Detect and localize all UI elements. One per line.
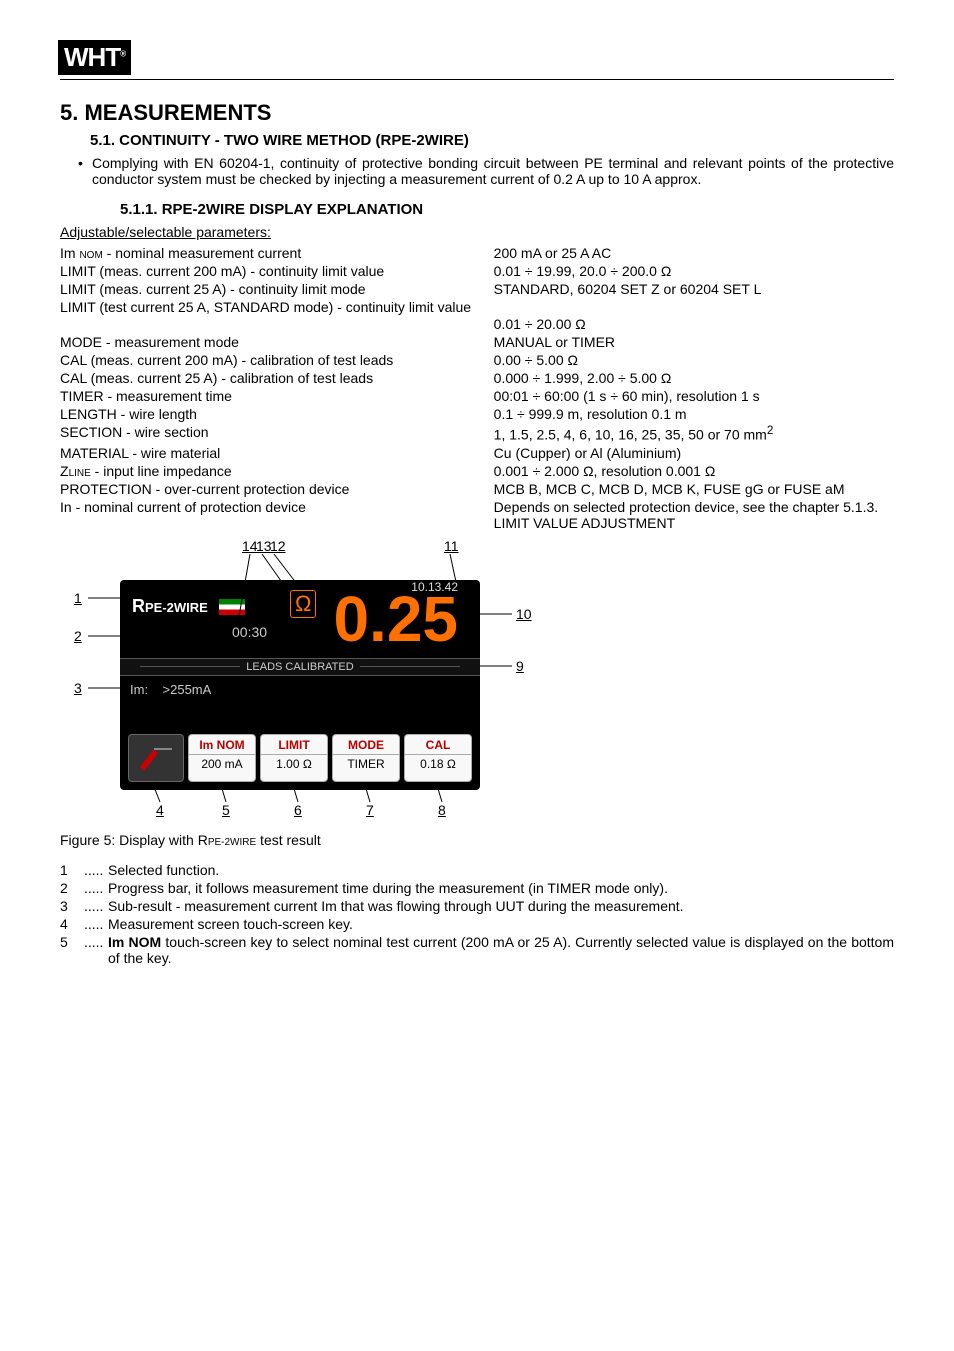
softkey-bar: Im NOM200 mA LIMIT1.00 Ω MODETIMER CAL0.…: [128, 734, 472, 782]
callout-5: 5: [222, 802, 230, 818]
list-item: 3.....Sub-result - measurement current I…: [60, 898, 894, 914]
mode-key[interactable]: MODETIMER: [332, 734, 400, 782]
callout-10: 10: [516, 606, 532, 622]
notes-list: 1.....Selected function. 2.....Progress …: [60, 862, 894, 966]
heading-continuity: 5.1. CONTINUITY - TWO WIRE METHOD (RPE-2…: [90, 132, 894, 149]
flag-icon: [219, 599, 245, 615]
callout-8: 8: [438, 802, 446, 818]
display-figure: RPE-2WIRE Ω 00:30 10.13.42 0.25 LEADS CA…: [60, 542, 560, 822]
table-row: ZLINE - input line impedance0.001 ÷ 2.00…: [60, 462, 894, 480]
callout-14: 14: [242, 538, 258, 554]
table-row: LIMIT (test current 25 A, STANDARD mode)…: [60, 298, 894, 333]
callout-1: 1: [74, 590, 82, 606]
heading-measurements: 5. MEASUREMENTS: [60, 100, 894, 126]
display-value: 0.25: [333, 582, 458, 656]
list-item: 1.....Selected function.: [60, 862, 894, 878]
params-table: Im NOM - nominal measurement current200 …: [60, 244, 894, 532]
callout-4: 4: [156, 802, 164, 818]
im-nom-key[interactable]: Im NOM200 mA: [188, 734, 256, 782]
table-row: MATERIAL - wire materialCu (Cupper) or A…: [60, 444, 894, 462]
table-row: LENGTH - wire length0.1 ÷ 999.9 m, resol…: [60, 405, 894, 423]
callout-13: 13: [256, 538, 272, 554]
callout-2: 2: [74, 628, 82, 644]
limit-key[interactable]: LIMIT1.00 Ω: [260, 734, 328, 782]
table-row: LIMIT (meas. current 200 mA) - continuit…: [60, 262, 894, 280]
cal-key[interactable]: CAL0.18 Ω: [404, 734, 472, 782]
list-item: 4.....Measurement screen touch-screen ke…: [60, 916, 894, 932]
meas-screen-key[interactable]: [128, 734, 184, 782]
bullet-icon: •: [78, 155, 92, 187]
callout-11: 11: [444, 538, 459, 554]
leads-calibrated-label: LEADS CALIBRATED: [120, 658, 480, 676]
callout-12: 12: [270, 538, 286, 554]
ohm-icon: Ω: [290, 590, 316, 618]
heading-display-explanation: 5.1.1. RPE-2WIRE DISPLAY EXPLANATION: [120, 201, 894, 218]
table-row: MODE - measurement modeMANUAL or TIMER: [60, 333, 894, 351]
table-row: SECTION - wire section1, 1.5, 2.5, 4, 6,…: [60, 423, 894, 444]
logo: WHT®: [60, 40, 131, 75]
table-row: PROTECTION - over-current protection dev…: [60, 480, 894, 498]
table-row: TIMER - measurement time00:01 ÷ 60:00 (1…: [60, 387, 894, 405]
table-row: CAL (meas. current 200 mA) - calibration…: [60, 351, 894, 369]
table-row: CAL (meas. current 25 A) - calibration o…: [60, 369, 894, 387]
figure-caption: Figure 5: Display with RPE-2WIRE test re…: [60, 832, 894, 848]
sub-result-row: Im: >255mA: [130, 678, 470, 701]
list-item: 5.....Im NOM touch-screen key to select …: [60, 934, 894, 966]
display-timer: 00:30: [232, 624, 267, 640]
callout-7: 7: [366, 802, 374, 818]
probe-icon: [136, 743, 176, 773]
logo-bar: WHT®: [60, 40, 894, 80]
params-heading: Adjustable/selectable parameters:: [60, 224, 894, 240]
table-row: LIMIT (meas. current 25 A) - continuity …: [60, 280, 894, 298]
device-display: RPE-2WIRE Ω 00:30 10.13.42 0.25 LEADS CA…: [120, 580, 480, 790]
callout-6: 6: [294, 802, 302, 818]
intro-paragraph: • Complying with EN 60204-1, continuity …: [78, 155, 894, 187]
table-row: Im NOM - nominal measurement current200 …: [60, 244, 894, 262]
callout-3: 3: [74, 680, 82, 696]
table-row: In - nominal current of protection devic…: [60, 498, 894, 532]
list-item: 2.....Progress bar, it follows measureme…: [60, 880, 894, 896]
callout-9: 9: [516, 658, 524, 674]
display-title: RPE-2WIRE: [132, 596, 245, 617]
